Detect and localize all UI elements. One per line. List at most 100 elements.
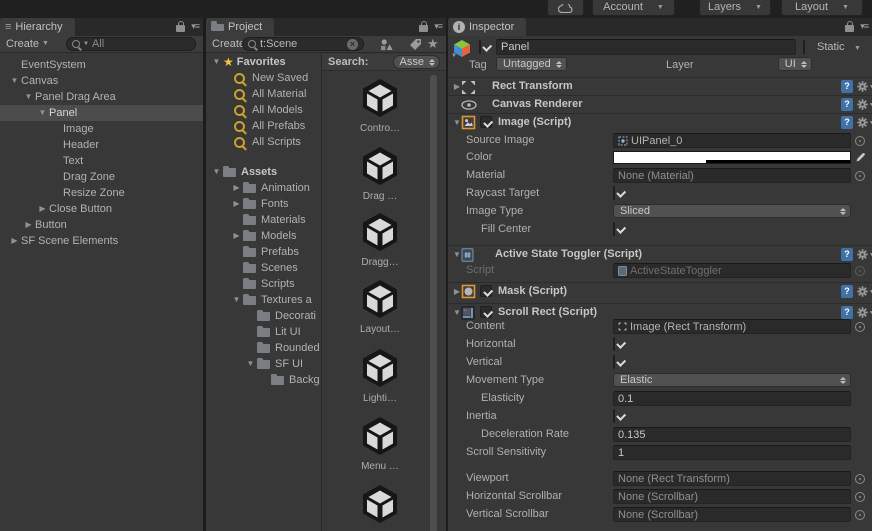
static-checkbox[interactable] xyxy=(803,40,805,54)
hierarchy-item[interactable]: Button xyxy=(0,217,203,233)
asset-item[interactable] xyxy=(335,482,425,526)
folder-item[interactable]: Rounded xyxy=(206,340,321,356)
layers-dropdown[interactable]: Layers ▼ xyxy=(699,0,771,16)
foldout-arrow-icon[interactable] xyxy=(230,196,243,212)
asset-item[interactable]: Dragg… xyxy=(335,210,425,268)
foldout-arrow-icon[interactable] xyxy=(230,180,243,196)
gear-icon[interactable]: ▼ xyxy=(857,307,872,318)
foldout-arrow-icon[interactable] xyxy=(230,292,243,308)
folder-item[interactable]: Materials xyxy=(206,212,321,228)
search-filter-arrow-icon[interactable]: ▼ xyxy=(83,39,89,49)
component-enabled-checkbox[interactable] xyxy=(480,116,492,128)
foldout-arrow-icon[interactable] xyxy=(230,228,243,244)
hierarchy-item-selected[interactable]: Panel xyxy=(0,105,203,121)
favorites-item[interactable]: All Models xyxy=(206,102,321,118)
movement-type-dropdown[interactable]: Elastic xyxy=(613,373,851,387)
foldout-arrow-icon[interactable] xyxy=(8,73,21,89)
lock-icon[interactable] xyxy=(419,20,429,32)
gear-icon[interactable]: ▼ xyxy=(857,249,872,260)
foldout-arrow-icon[interactable] xyxy=(8,233,21,249)
panel-menu-icon[interactable]: ▾≡ xyxy=(434,21,443,32)
search-scope-dropdown[interactable]: Asse xyxy=(392,55,440,69)
folder-item[interactable]: Assets xyxy=(206,164,321,180)
hierarchy-item[interactable]: Canvas xyxy=(0,73,203,89)
asset-item[interactable]: Contro… xyxy=(335,76,425,134)
fill-center-checkbox[interactable] xyxy=(613,222,615,236)
icon-picker-arrow-icon[interactable]: ▼ xyxy=(451,51,457,61)
hierarchy-search-field[interactable]: ▼ All xyxy=(66,37,196,51)
favorites-item[interactable]: All Scripts xyxy=(206,134,321,150)
folder-item[interactable]: Decorati xyxy=(206,308,321,324)
asset-item[interactable]: Drag … xyxy=(335,144,425,202)
favorites-item[interactable]: All Material xyxy=(206,86,321,102)
gameobject-name-field[interactable]: Panel xyxy=(496,39,796,55)
folder-item[interactable]: Fonts xyxy=(206,196,321,212)
cloud-button[interactable] xyxy=(547,0,584,16)
folder-item[interactable]: Textures a xyxy=(206,292,321,308)
foldout-arrow-icon[interactable] xyxy=(244,356,257,372)
object-picker-icon[interactable] xyxy=(855,322,865,332)
tag-dropdown[interactable]: Untagged xyxy=(496,57,567,71)
object-picker-icon[interactable] xyxy=(855,171,865,181)
horizontal-scrollbar-field[interactable]: None (Scrollbar) xyxy=(613,489,851,504)
search-favorites-icon[interactable]: ★ xyxy=(427,36,439,52)
object-picker-icon[interactable] xyxy=(855,136,865,146)
gear-icon[interactable]: ▼ xyxy=(857,81,872,92)
tab-inspector[interactable]: Inspector xyxy=(448,18,527,36)
foldout-arrow-icon[interactable] xyxy=(36,201,49,217)
deceleration-input[interactable]: 0.135 xyxy=(613,427,851,442)
folder-item[interactable]: Scripts xyxy=(206,276,321,292)
grid-scrollbar-thumb[interactable] xyxy=(430,75,437,531)
active-state-toggler-header[interactable]: Active State Toggler (Script) ▼ xyxy=(448,245,872,263)
folder-item[interactable]: Lit UI xyxy=(206,324,321,340)
hierarchy-item[interactable]: Resize Zone xyxy=(0,185,203,201)
help-icon[interactable] xyxy=(841,80,853,93)
raycast-target-checkbox[interactable] xyxy=(613,186,615,200)
image-component-header[interactable]: Image (Script) ▼ xyxy=(448,113,872,131)
horizontal-checkbox[interactable] xyxy=(613,337,615,351)
layer-dropdown[interactable]: UI xyxy=(777,57,812,71)
material-field[interactable]: None (Material) xyxy=(613,168,851,183)
folder-item[interactable]: Scenes xyxy=(206,260,321,276)
search-by-type-icon[interactable] xyxy=(380,38,393,51)
object-picker-icon[interactable] xyxy=(855,510,865,520)
folder-item[interactable]: Prefabs xyxy=(206,244,321,260)
account-dropdown[interactable]: Account ▼ xyxy=(592,0,675,16)
foldout-arrow-icon[interactable] xyxy=(210,54,223,70)
help-icon[interactable] xyxy=(841,248,853,261)
project-search-field[interactable]: t:Scene xyxy=(242,37,364,51)
rect-transform-header[interactable]: Rect Transform ▼ xyxy=(448,77,872,95)
lock-icon[interactable] xyxy=(176,20,186,32)
active-checkbox[interactable] xyxy=(479,40,481,54)
content-field[interactable]: Image (Rect Transform) xyxy=(613,319,851,334)
script-field[interactable]: ActiveStateToggler xyxy=(613,263,851,278)
hierarchy-item[interactable]: Text xyxy=(0,153,203,169)
tab-project[interactable]: Project xyxy=(206,18,275,36)
vertical-scrollbar-field[interactable]: None (Scrollbar) xyxy=(613,507,851,522)
foldout-arrow-icon[interactable] xyxy=(210,164,223,180)
static-flags-arrow-icon[interactable]: ▼ xyxy=(854,44,861,54)
help-icon[interactable] xyxy=(841,116,853,129)
hierarchy-create-button[interactable]: Create ▼ xyxy=(0,36,55,52)
folder-item[interactable]: Models xyxy=(206,228,321,244)
object-picker-icon[interactable] xyxy=(855,492,865,502)
panel-menu-icon[interactable]: ▾≡ xyxy=(191,21,200,32)
folder-item[interactable]: Backg xyxy=(206,372,321,388)
folder-item[interactable]: Animation xyxy=(206,180,321,196)
canvas-renderer-header[interactable]: Canvas Renderer ▼ xyxy=(448,95,872,113)
hierarchy-item[interactable]: Drag Zone xyxy=(0,169,203,185)
hierarchy-item[interactable]: Panel Drag Area xyxy=(0,89,203,105)
gear-icon[interactable]: ▼ xyxy=(857,117,872,128)
mask-component-header[interactable]: Mask (Script) ▼ xyxy=(448,282,872,300)
hierarchy-item[interactable]: EventSystem xyxy=(0,57,203,73)
color-swatch[interactable] xyxy=(613,151,851,164)
asset-item[interactable]: Lighti… xyxy=(335,346,425,404)
tab-hierarchy[interactable]: ≡ Hierarchy xyxy=(0,18,75,36)
hierarchy-item[interactable]: Header xyxy=(0,137,203,153)
scroll-sensitivity-input[interactable]: 1 xyxy=(613,445,851,460)
object-picker-icon[interactable] xyxy=(855,474,865,484)
eyedropper-icon[interactable] xyxy=(855,151,867,163)
asset-item[interactable]: Menu … xyxy=(335,414,425,472)
clear-search-icon[interactable] xyxy=(347,38,358,50)
image-type-dropdown[interactable]: Sliced xyxy=(613,204,851,218)
